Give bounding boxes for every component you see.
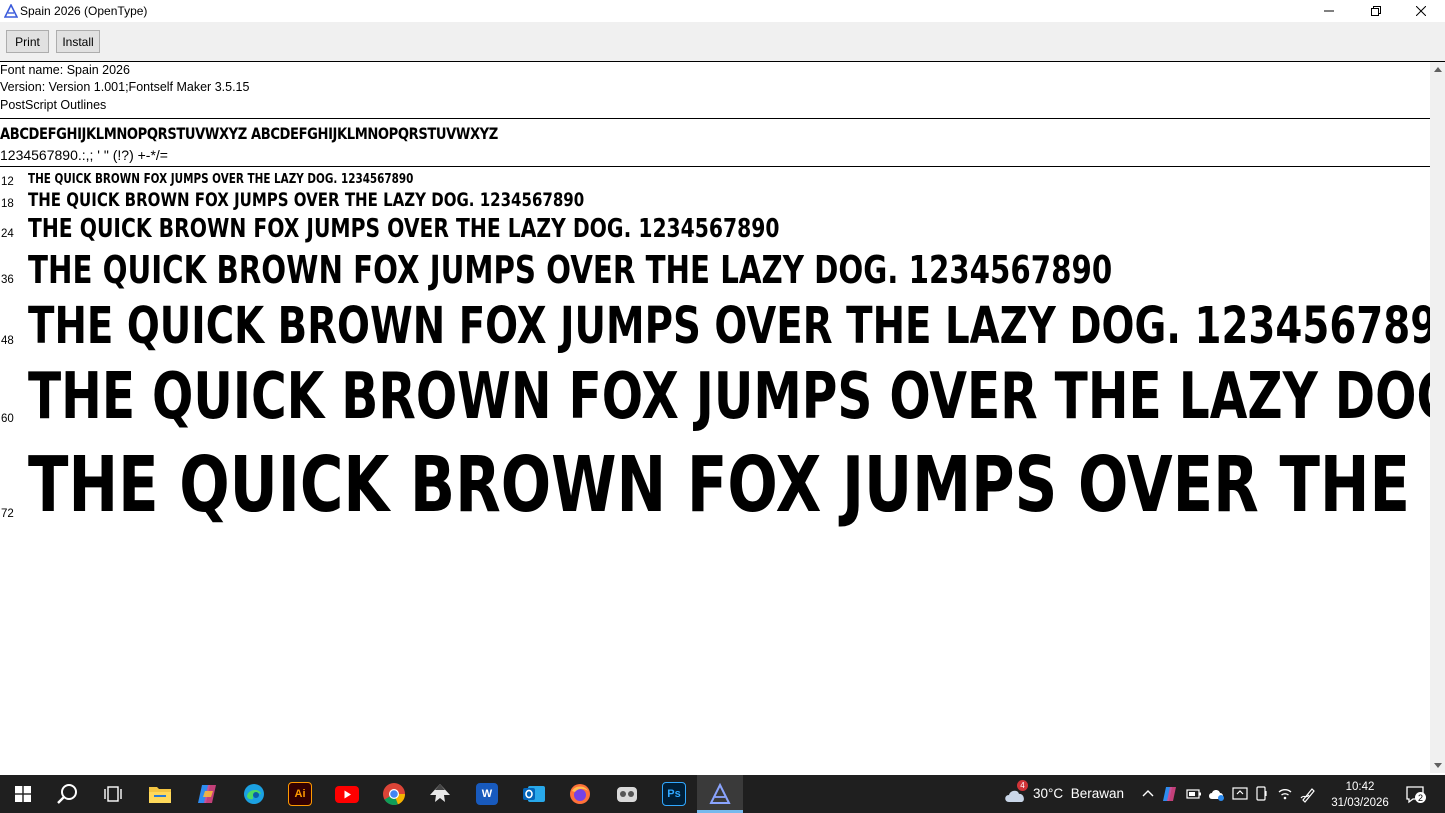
taskbar-app[interactable] bbox=[420, 779, 460, 809]
sample-size-label: 48 bbox=[1, 335, 14, 347]
weather-temp: 30°C bbox=[1033, 786, 1064, 801]
taskbar-app[interactable] bbox=[514, 779, 554, 809]
charset-symbols: 1234567890.:,; ' " (!?) +-*/= bbox=[0, 147, 168, 163]
sample-size-label: 60 bbox=[1, 413, 14, 425]
weather-badge: 4 bbox=[1017, 780, 1028, 791]
search-icon bbox=[57, 784, 77, 804]
sample-area: 12 THE QUICK BROWN FOX JUMPS OVER THE LA… bbox=[0, 167, 1430, 773]
start-button[interactable] bbox=[3, 779, 43, 809]
close-button[interactable] bbox=[1398, 0, 1444, 22]
chevron-up-icon bbox=[1433, 67, 1442, 72]
photoshop-icon: Ps bbox=[662, 782, 686, 806]
clock-time: 10:42 bbox=[1345, 781, 1375, 793]
sample-size-label: 12 bbox=[1, 176, 14, 188]
sample-text: THE QUICK BROWN FOX JUMPS OVER THE LAZY … bbox=[28, 360, 1430, 434]
taskbar-app[interactable] bbox=[234, 779, 274, 809]
taskbar-app[interactable]: Ai bbox=[280, 779, 320, 809]
taskbar-app[interactable] bbox=[560, 779, 600, 809]
firefox-icon bbox=[570, 784, 590, 804]
file-explorer-icon bbox=[149, 787, 171, 803]
font-info: Font name: Spain 2026 Version: Version 1… bbox=[0, 62, 1430, 114]
install-button[interactable]: Install bbox=[56, 30, 100, 53]
start-icon bbox=[15, 786, 31, 802]
sample-size-label: 36 bbox=[1, 274, 14, 286]
wifi-icon[interactable] bbox=[1277, 786, 1293, 800]
app-icon bbox=[617, 787, 637, 802]
minimize-button[interactable] bbox=[1306, 0, 1352, 22]
sample-text: THE QUICK BROWN FOX JUMPS OVER THE LAZY … bbox=[28, 248, 1113, 292]
taskbar-app[interactable] bbox=[374, 779, 414, 809]
window-title: Spain 2026 (OpenType) bbox=[20, 4, 148, 18]
battery-icon[interactable] bbox=[1186, 787, 1202, 801]
pen-icon[interactable] bbox=[1300, 785, 1318, 803]
weather-desc: Berawan bbox=[1070, 786, 1124, 801]
character-set: ABCDEFGHIJKLMNOPQRSTUVWXYZ ABCDEFGHIJKLM… bbox=[0, 123, 607, 165]
sample-size-label: 18 bbox=[1, 198, 14, 210]
sample-text: THE QUICK BROWN FOX JUMPS OVER THE LAZY … bbox=[28, 189, 585, 211]
sample-text: THE QUICK BROWN FOX JUMPS OVER THE LAZY … bbox=[28, 297, 1430, 356]
charset-letters: ABCDEFGHIJKLMNOPQRSTUVWXYZ ABCDEFGHIJKLM… bbox=[0, 124, 498, 143]
copilot-icon[interactable] bbox=[1162, 786, 1178, 802]
vertical-scrollbar[interactable] bbox=[1430, 62, 1445, 773]
task-view-button[interactable] bbox=[93, 779, 133, 809]
taskbar-app[interactable] bbox=[140, 779, 180, 809]
font-viewer-icon bbox=[4, 4, 18, 18]
sample-text: THE QUICK BROWN FOX JUMPS OVER THE LAZY … bbox=[28, 172, 414, 187]
font-name: Font name: Spain 2026 bbox=[0, 63, 130, 77]
toolbar: Print Install bbox=[0, 22, 1445, 62]
sample-size-label: 24 bbox=[1, 228, 14, 240]
sample-size-label: 72 bbox=[1, 508, 14, 520]
cloud-sync-icon[interactable] bbox=[1208, 786, 1226, 802]
edge-icon bbox=[244, 784, 264, 804]
restore-icon bbox=[1371, 6, 1381, 16]
clock-date: 31/03/2026 bbox=[1331, 797, 1389, 809]
scroll-up-button[interactable] bbox=[1430, 62, 1445, 77]
search-button[interactable] bbox=[48, 779, 88, 809]
chevron-up-icon[interactable] bbox=[1142, 789, 1154, 797]
illustrator-icon: Ai bbox=[288, 782, 312, 806]
sample-text: THE QUICK BROWN FOX JUMPS OVER THE LAZY … bbox=[28, 214, 780, 244]
notification-center-button[interactable]: 2 bbox=[1405, 784, 1427, 804]
chrome-icon bbox=[383, 783, 406, 806]
taskbar-app[interactable] bbox=[327, 779, 367, 809]
taskbar-app[interactable]: W bbox=[467, 779, 507, 809]
device-icon[interactable] bbox=[1255, 786, 1269, 802]
copilot-icon bbox=[198, 785, 216, 803]
taskbar-app[interactable] bbox=[607, 779, 647, 809]
word-icon: W bbox=[476, 783, 498, 805]
task-view-icon bbox=[104, 786, 122, 802]
font-viewer-icon bbox=[709, 783, 731, 804]
title-bar[interactable]: Spain 2026 (OpenType) bbox=[0, 0, 1445, 22]
taskbar-app[interactable]: Ps bbox=[654, 779, 694, 809]
restore-button[interactable] bbox=[1353, 0, 1399, 22]
taskbar: Ai W Ps 4 30°C Berawan 10:42 31/03/2026 … bbox=[0, 775, 1445, 813]
divider bbox=[0, 118, 1430, 119]
inkscape-icon bbox=[430, 784, 450, 802]
youtube-icon bbox=[335, 785, 359, 803]
chevron-down-icon bbox=[1433, 763, 1442, 768]
taskbar-app[interactable] bbox=[187, 779, 227, 809]
print-button[interactable]: Print bbox=[6, 30, 49, 53]
notification-count: 2 bbox=[1415, 792, 1426, 803]
minimize-icon bbox=[1324, 10, 1334, 12]
weather-widget[interactable]: 30°C Berawan bbox=[1033, 786, 1124, 801]
font-version: Version: Version 1.001;Fontself Maker 3.… bbox=[0, 80, 250, 95]
close-icon bbox=[1416, 6, 1426, 16]
clock[interactable]: 10:42 31/03/2026 bbox=[1324, 779, 1396, 811]
taskbar-app-active[interactable] bbox=[700, 779, 740, 809]
sample-text: THE QUICK BROWN FOX JUMPS OVER THE LAZY … bbox=[28, 441, 1430, 530]
font-outlines: PostScript Outlines bbox=[0, 97, 107, 112]
outlook-icon bbox=[523, 786, 545, 802]
screen-icon[interactable] bbox=[1232, 786, 1248, 802]
scroll-down-button[interactable] bbox=[1430, 758, 1445, 773]
